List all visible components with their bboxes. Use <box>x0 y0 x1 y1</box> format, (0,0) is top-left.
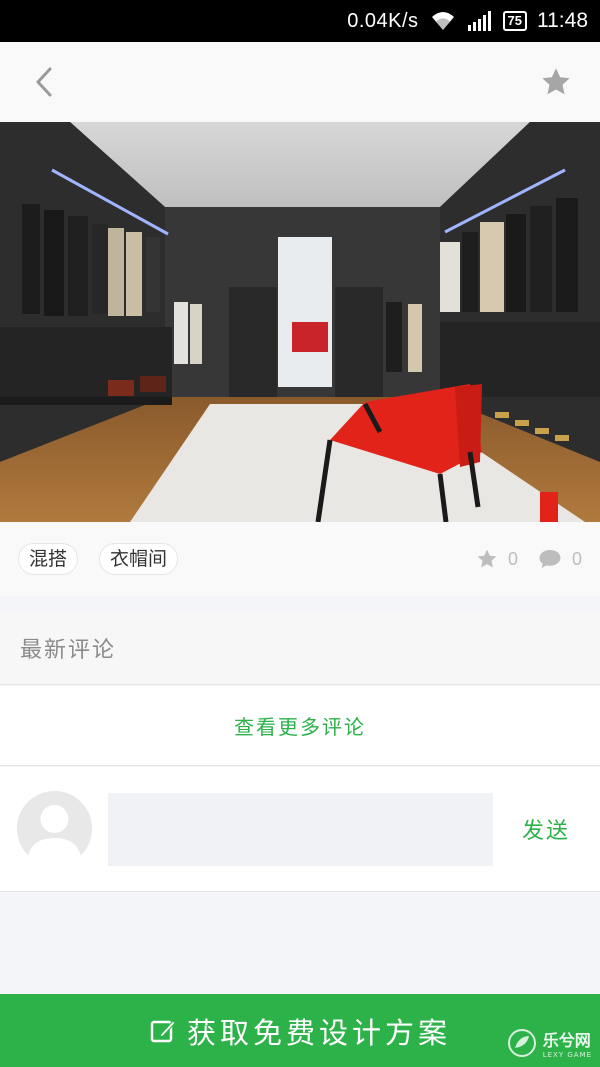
view-more-comments-link[interactable]: 查看更多评论 <box>234 711 366 740</box>
favorites-count: 0 <box>508 548 519 569</box>
watermark-text: 乐兮网 <box>542 1031 591 1050</box>
avatar <box>17 791 92 866</box>
leaf-logo-icon <box>507 1029 536 1057</box>
wifi-icon <box>429 10 457 32</box>
tag-row: 混搭 衣帽间 0 0 <box>0 522 600 596</box>
comment-input[interactable] <box>108 793 493 866</box>
favorite-button[interactable] <box>536 62 576 102</box>
battery-indicator: 75 <box>502 11 527 31</box>
tag-chip[interactable]: 衣帽间 <box>99 543 179 575</box>
view-more-row: 查看更多评论 <box>0 686 600 766</box>
chevron-left-icon <box>36 67 52 97</box>
star-icon <box>477 549 497 568</box>
app-header <box>0 42 600 122</box>
tag-chip[interactable]: 混搭 <box>18 543 79 575</box>
signal-icon <box>467 10 493 32</box>
hero-image <box>0 122 600 522</box>
favorites-stat[interactable]: 0 <box>476 544 518 574</box>
status-bar: 0.04K/s 75 11:48 <box>0 0 600 42</box>
comment-bubble-icon <box>539 550 561 568</box>
watermark-subtext: LEXY GAME <box>542 1051 592 1059</box>
network-speed: 0.04K/s <box>347 9 419 32</box>
edit-icon <box>150 1019 176 1042</box>
comments-header: 最新评论 <box>0 612 600 685</box>
comment-compose: 发送 <box>0 767 600 892</box>
send-button[interactable]: 发送 <box>505 811 587 847</box>
clock: 11:48 <box>537 9 588 32</box>
star-icon <box>542 68 570 95</box>
watermark: 乐兮网 LEXY GAME <box>507 1025 592 1061</box>
comments-stat[interactable]: 0 <box>538 544 582 574</box>
section-title: 最新评论 <box>20 638 117 663</box>
cta-label: 获取免费设计方案 <box>186 1015 451 1050</box>
user-placeholder-icon <box>17 791 92 866</box>
comments-count: 0 <box>572 548 583 569</box>
back-button[interactable] <box>26 62 62 102</box>
